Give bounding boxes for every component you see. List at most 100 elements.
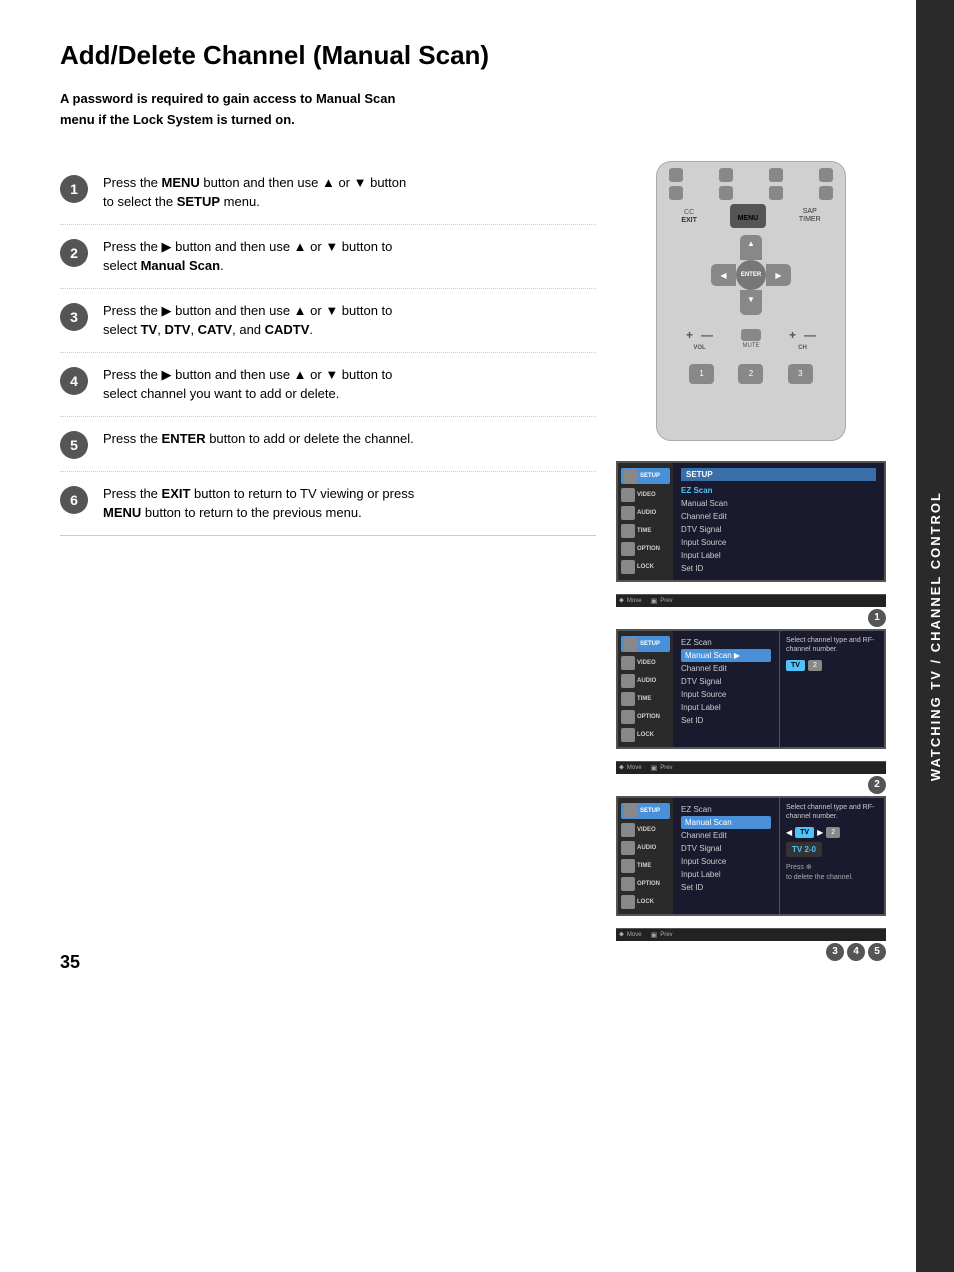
step-3: 3 Press the ▶ button and then use ▲ or ▼… bbox=[60, 289, 596, 353]
screen-2-wrapper: SETUP VIDEO AUDIO TIME bbox=[616, 629, 886, 796]
screen-1-item-setid: Set ID bbox=[681, 562, 876, 575]
screen-1-option: OPTION bbox=[621, 542, 670, 556]
screen-3-press-note: Press ⊕to delete the channel. bbox=[786, 863, 878, 883]
vol-label: VOL bbox=[693, 345, 705, 351]
screen-1-footer-icon: ⬥ bbox=[619, 597, 624, 605]
step-4-text: Press the ▶ button and then use ▲ or ▼ b… bbox=[103, 365, 392, 404]
step-4: 4 Press the ▶ button and then use ▲ or ▼… bbox=[60, 353, 596, 417]
screen-3-icon-lock bbox=[621, 895, 635, 909]
dpad-up: ▲ bbox=[740, 235, 762, 260]
screen-2-right-text: Select channel type and RF-channel numbe… bbox=[786, 636, 878, 656]
screen-2-footer-text2: Prev bbox=[660, 765, 672, 771]
remote-menu-area: CC EXIT MENU SAP TIMER bbox=[657, 202, 845, 230]
step-5-circle: 5 bbox=[60, 431, 88, 459]
screen-3-time: TIME bbox=[621, 859, 670, 873]
screen-2-item-dtvsignal: DTV Signal bbox=[681, 675, 771, 688]
screen-1-item-inputsource: Input Source bbox=[681, 536, 876, 549]
screen-1-lock: LOCK bbox=[621, 560, 670, 574]
step-5: 5 Press the ENTER button to add or delet… bbox=[60, 417, 596, 472]
screen-2-badge: 2 bbox=[616, 774, 886, 796]
ch-plus: + bbox=[789, 328, 796, 342]
screen-3-item-dtvsignal: DTV Signal bbox=[681, 842, 771, 855]
vol-plus: + bbox=[686, 328, 693, 342]
dpad-down: ▼ bbox=[740, 290, 762, 315]
screen-2-icon-lock bbox=[621, 728, 635, 742]
steps-column: 1 Press the MENU button and then use ▲ o… bbox=[60, 161, 596, 963]
screen-2-icon-option bbox=[621, 710, 635, 724]
screen-3-main: EZ Scan Manual Scan Channel Edit DTV Sig… bbox=[673, 798, 779, 914]
page-number: 35 bbox=[60, 952, 80, 973]
screen-3-wrapper: SETUP VIDEO AUDIO TIME bbox=[616, 796, 886, 963]
screen-3-footer: ⬥ Move ▣ Prev bbox=[616, 928, 886, 941]
screen-3-item-setid: Set ID bbox=[681, 881, 771, 894]
screen-1-setup: SETUP bbox=[621, 468, 670, 484]
screen-2-icon-video bbox=[621, 656, 635, 670]
step-2-text: Press the ▶ button and then use ▲ or ▼ b… bbox=[103, 237, 392, 276]
remote-btn-2 bbox=[719, 168, 733, 182]
screen-3-icon-setup bbox=[624, 804, 638, 818]
screen-1-video: VIDEO bbox=[621, 488, 670, 502]
step-1-circle: 1 bbox=[60, 175, 88, 203]
screen-2-item-inputsource: Input Source bbox=[681, 688, 771, 701]
screen-3-audio: AUDIO bbox=[621, 841, 670, 855]
remote-btn-1 bbox=[669, 168, 683, 182]
screen-2-main: EZ Scan Manual Scan ▶ Channel Edit DTV S… bbox=[673, 631, 779, 747]
screen-2-video: VIDEO bbox=[621, 656, 670, 670]
screen-1-item-ezscan: EZ Scan bbox=[681, 484, 876, 497]
remote-top-buttons bbox=[657, 162, 845, 184]
screen-2-option: OPTION bbox=[621, 710, 670, 724]
step-6: 6 Press the EXIT button to return to TV … bbox=[60, 472, 596, 536]
screen-2-channel-row: TV 2 bbox=[786, 660, 878, 671]
remote-control: CC EXIT MENU SAP TIMER bbox=[656, 161, 846, 441]
vol-group: + — VOL bbox=[686, 328, 713, 351]
screen-2-lock: LOCK bbox=[621, 728, 670, 742]
screen-1-time: TIME bbox=[621, 524, 670, 538]
screen-2-channel-type: TV bbox=[786, 660, 805, 671]
screen-2-icon-setup bbox=[624, 637, 638, 651]
screen-2-channel-num: 2 bbox=[808, 660, 822, 671]
remote-btn-5 bbox=[669, 186, 683, 200]
step-6-circle: 6 bbox=[60, 486, 88, 514]
num-2: 2 bbox=[738, 364, 763, 384]
screen-2-icon-audio bbox=[621, 674, 635, 688]
remote-dpad: ▲ ▼ ◀ ▶ ENTER bbox=[711, 235, 791, 315]
screen-1: SETUP VIDEO AUDIO TIME bbox=[616, 461, 886, 582]
screen-3-icon-audio bbox=[621, 841, 635, 855]
remote-btn-7 bbox=[769, 186, 783, 200]
screen-3-badge: 3 4 5 bbox=[616, 941, 886, 963]
screen-1-footer-text2: Prev bbox=[660, 598, 672, 604]
screen-3-setup: SETUP bbox=[621, 803, 670, 819]
ch-btns: + — bbox=[789, 328, 816, 342]
sidebar: WATCHING TV / CHANNEL CONTROL bbox=[916, 0, 954, 1272]
screen-2: SETUP VIDEO AUDIO TIME bbox=[616, 629, 886, 749]
step-1: 1 Press the MENU button and then use ▲ o… bbox=[60, 161, 596, 225]
ch-group: + — CH bbox=[789, 328, 816, 351]
screen-2-setup: SETUP bbox=[621, 636, 670, 652]
screen-3-icon-time bbox=[621, 859, 635, 873]
step-4-circle: 4 bbox=[60, 367, 88, 395]
step-1-text: Press the MENU button and then use ▲ or … bbox=[103, 173, 406, 212]
screen-1-top-label: SETUP bbox=[681, 468, 876, 481]
ch-label: CH bbox=[798, 345, 807, 351]
menu-button: MENU bbox=[730, 204, 767, 228]
vol-btns: + — bbox=[686, 328, 713, 342]
screen-1-footer: ⬥ Move ▣ Prev bbox=[616, 594, 886, 607]
dpad-center: ENTER bbox=[736, 260, 766, 290]
screen-icon-option bbox=[621, 542, 635, 556]
screen-3-channel-type: TV bbox=[795, 827, 814, 838]
screen-3-item-ezscan: EZ Scan bbox=[681, 803, 771, 816]
screen-3-footer-text2: Prev bbox=[660, 932, 672, 938]
screen-3-item-manualscan: Manual Scan bbox=[681, 816, 771, 829]
step-6-text: Press the EXIT button to return to TV vi… bbox=[103, 484, 414, 523]
dpad-left: ◀ bbox=[711, 264, 736, 286]
remote-numbers: 1 2 3 bbox=[657, 359, 845, 389]
menu-label: MENU bbox=[738, 215, 759, 222]
screen-1-footer-icon2: ▣ bbox=[651, 597, 658, 605]
sidebar-text: WATCHING TV / CHANNEL CONTROL bbox=[928, 491, 943, 781]
screen-3: SETUP VIDEO AUDIO TIME bbox=[616, 796, 886, 916]
mute-button bbox=[741, 329, 761, 341]
screen-2-item-setid: Set ID bbox=[681, 714, 771, 727]
screen-1-badge: 1 bbox=[616, 607, 886, 629]
screen-2-time: TIME bbox=[621, 692, 670, 706]
screen-icon-setup bbox=[624, 469, 638, 483]
